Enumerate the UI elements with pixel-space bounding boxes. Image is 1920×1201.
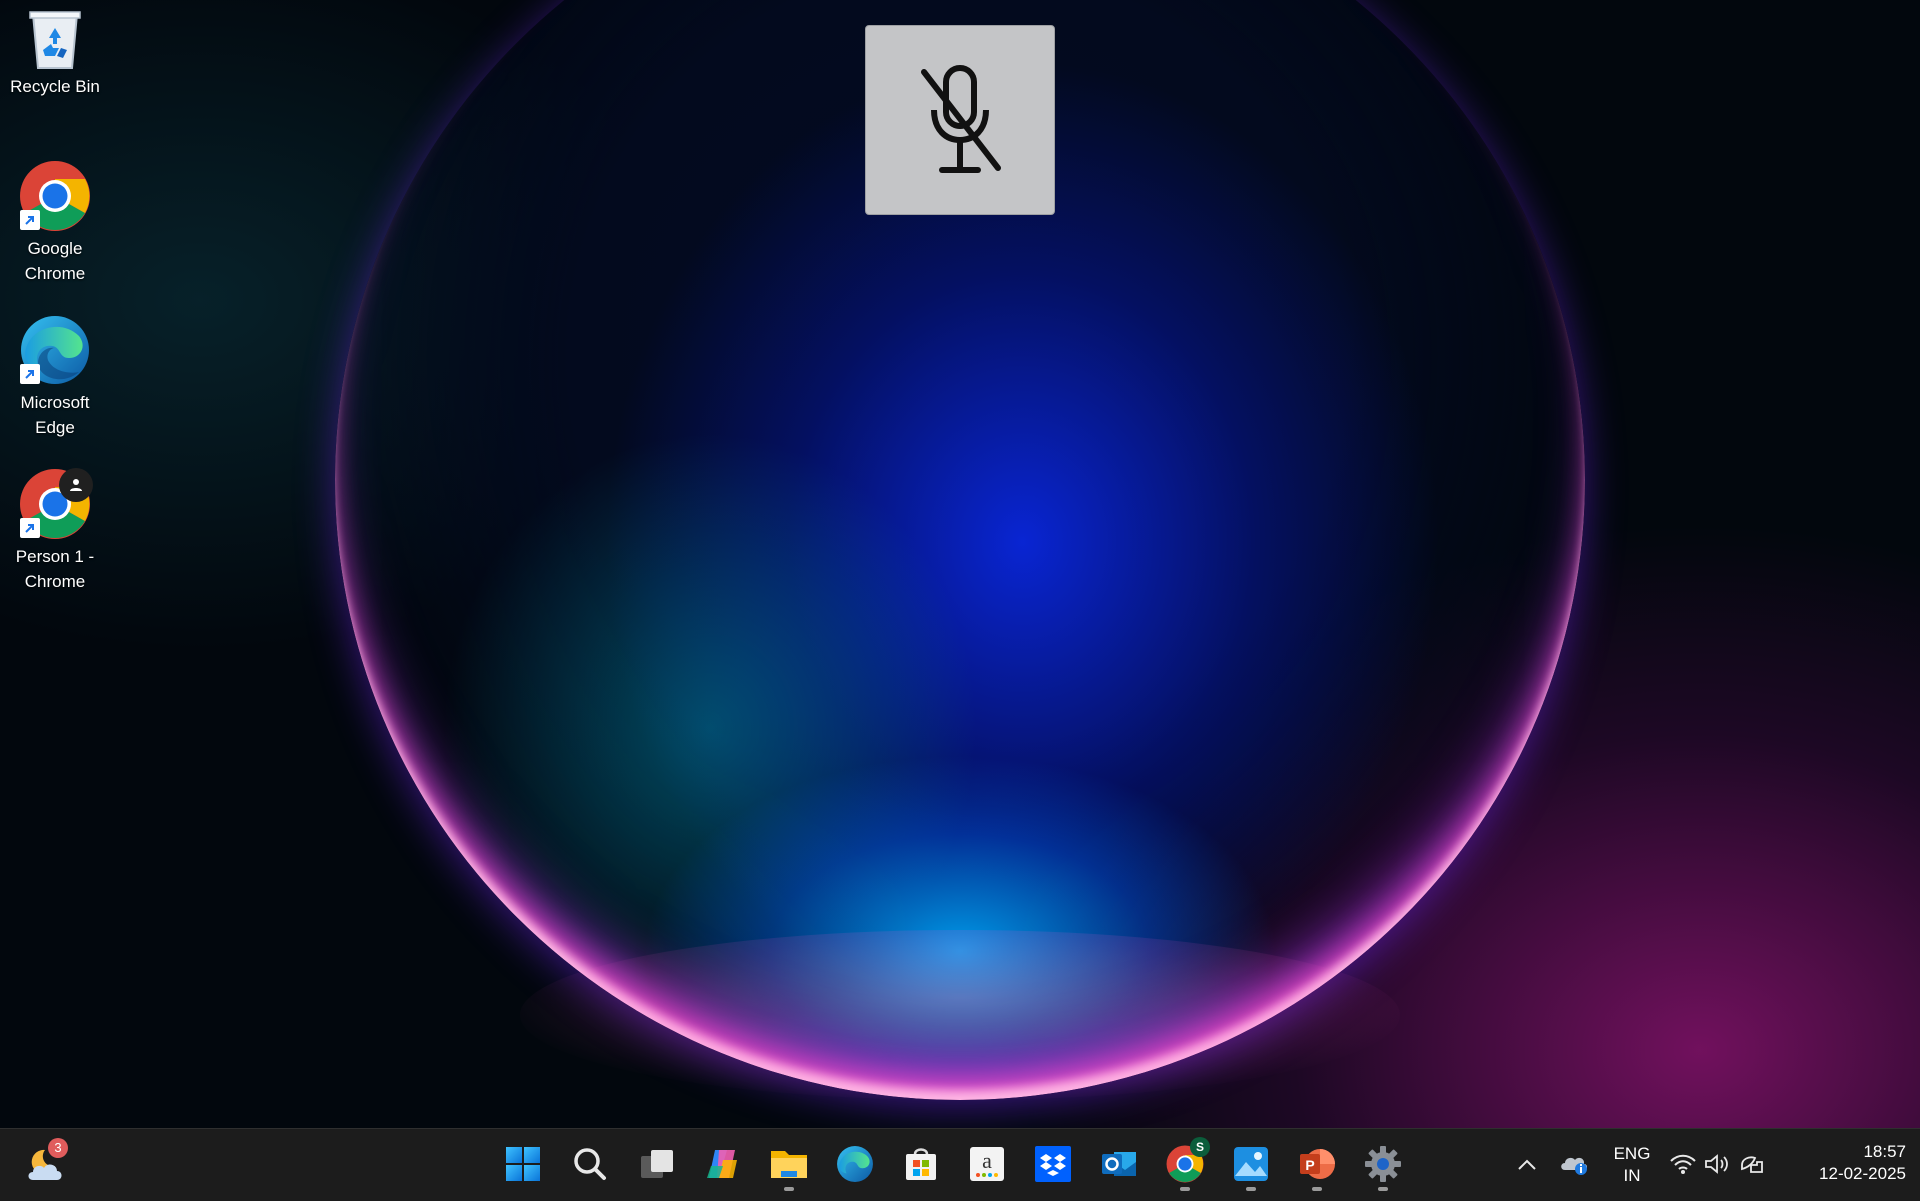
clock-time: 18:57 xyxy=(1863,1142,1906,1161)
desktop-icon-recycle-bin[interactable]: Recycle Bin xyxy=(6,6,104,99)
outlook-button[interactable] xyxy=(1092,1137,1146,1191)
clock[interactable]: 18:57 12-02-2025 xyxy=(1784,1141,1906,1185)
mic-muted-flyout xyxy=(865,25,1055,215)
outlook-icon xyxy=(1102,1152,1136,1176)
running-indicator xyxy=(1378,1187,1388,1191)
running-indicator xyxy=(784,1187,794,1191)
desktop-icon-google-chrome[interactable]: Google Chrome xyxy=(6,160,104,286)
copilot-icon xyxy=(707,1150,737,1178)
task-view-button[interactable] xyxy=(630,1137,684,1191)
person-1-chrome-label: Person 1 - Chrome xyxy=(15,547,95,591)
weather-notification-badge: 3 xyxy=(48,1138,68,1158)
microsoft-store-button[interactable] xyxy=(894,1137,948,1191)
google-chrome-label: Google Chrome xyxy=(24,239,86,283)
start-button[interactable] xyxy=(496,1137,550,1191)
svg-text:a: a xyxy=(982,1148,992,1173)
quick-settings-button[interactable] xyxy=(1664,1137,1770,1191)
chrome-profile-icon xyxy=(19,468,93,540)
taskbar: 3 a S P ENG IN 18:57 12-02-2025 xyxy=(0,1128,1920,1201)
onedrive-cloud-info-icon xyxy=(1561,1157,1587,1175)
store-icon xyxy=(906,1148,936,1180)
dropbox-button[interactable] xyxy=(1026,1137,1080,1191)
person-icon xyxy=(59,468,93,502)
onedrive-tray-button[interactable] xyxy=(1556,1137,1592,1191)
battery-saver-icon xyxy=(1741,1156,1763,1173)
edge-icon xyxy=(837,1146,873,1182)
language-line-2: IN xyxy=(1623,1166,1641,1185)
file-explorer-button[interactable] xyxy=(762,1137,816,1191)
svg-text:P: P xyxy=(1305,1157,1314,1173)
wallpaper-glow xyxy=(520,930,1400,1100)
input-language-indicator[interactable]: ENG IN xyxy=(1604,1143,1660,1187)
powerpoint-icon: P xyxy=(1300,1149,1335,1179)
microsoft-edge-label: Microsoft Edge xyxy=(20,393,90,437)
mic-muted-icon xyxy=(921,65,1001,173)
amazon-icon: a xyxy=(970,1147,1004,1181)
shortcut-arrow-icon xyxy=(20,518,40,538)
photos-button[interactable] xyxy=(1224,1137,1278,1191)
running-indicator xyxy=(1312,1187,1322,1191)
copilot-button[interactable] xyxy=(696,1137,750,1191)
wifi-icon xyxy=(1670,1154,1696,1174)
shortcut-arrow-icon xyxy=(20,364,40,384)
edge-icon xyxy=(19,314,91,386)
chrome-icon xyxy=(19,160,91,232)
task-view-icon xyxy=(641,1150,673,1178)
dropbox-icon xyxy=(1035,1146,1071,1182)
chrome-profile-badge: S xyxy=(1190,1137,1210,1157)
show-hidden-icons-button[interactable] xyxy=(1512,1137,1542,1191)
shortcut-arrow-icon xyxy=(20,210,40,230)
recycle-bin-label: Recycle Bin xyxy=(10,77,100,96)
weather-widget-button[interactable]: 3 xyxy=(20,1137,74,1191)
desktop-icon-microsoft-edge[interactable]: Microsoft Edge xyxy=(6,314,104,440)
photos-icon xyxy=(1234,1147,1268,1181)
edge-button[interactable] xyxy=(828,1137,882,1191)
running-indicator xyxy=(1180,1187,1190,1191)
desktop-icon-person-1-chrome[interactable]: Person 1 - Chrome xyxy=(6,468,104,594)
clock-date: 12-02-2025 xyxy=(1819,1164,1906,1183)
language-line-1: ENG xyxy=(1613,1144,1651,1163)
search-icon xyxy=(574,1148,606,1180)
chevron-up-icon xyxy=(1518,1159,1536,1170)
running-indicator xyxy=(1246,1187,1256,1191)
settings-gear-icon xyxy=(1365,1146,1401,1182)
windows-start-icon xyxy=(506,1147,540,1181)
chrome-button[interactable]: S xyxy=(1158,1137,1212,1191)
settings-button[interactable] xyxy=(1356,1137,1410,1191)
recycle-bin-icon xyxy=(25,6,85,70)
volume-icon xyxy=(1705,1154,1728,1174)
search-button[interactable] xyxy=(563,1137,617,1191)
amazon-appstore-button[interactable]: a xyxy=(960,1137,1014,1191)
file-explorer-icon xyxy=(771,1151,807,1178)
powerpoint-button[interactable]: P xyxy=(1290,1137,1344,1191)
